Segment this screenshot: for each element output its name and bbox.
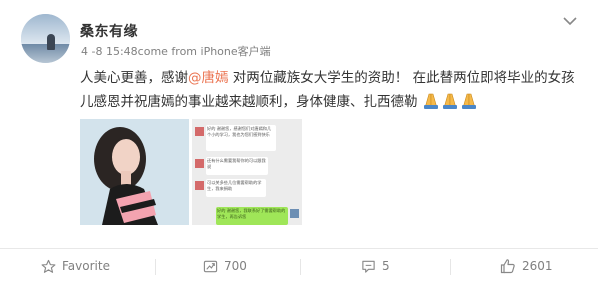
post-image-chat-screenshot[interactable]: 好的 谢谢您，感谢您们对唐嫣和几个小的学习，我也为您们感到快乐 还有什么需要我帮… [192,119,302,225]
praying-hands-icon [422,91,478,117]
weibo-post-card: 桑东有缘 4 -8 15:48come from iPhone客户端 人美心更善… [0,0,598,284]
post-text-part1: 人美心更善，感谢 [80,70,188,86]
chat-line-4: 好的 谢谢您，我联系好了需要帮助的学生，再告诉您 [217,208,286,219]
chat-line-1: 好的 谢谢您，感谢您们对唐嫣和几个小的学习，我也为您们感到快乐 [207,126,272,137]
like-button[interactable]: 2601 [500,248,553,284]
action-separator [300,259,301,275]
mention-link[interactable]: @唐嫣 [188,70,229,86]
favorite-label: Favorite [62,259,110,273]
post-content: 人美心更善，感谢@唐嫣 对两位藏族女大学生的资助！ 在此替两位即将毕业的女孩儿感… [80,66,586,117]
post-meta: 4 -8 15:48come from iPhone客户端 [81,45,271,58]
thumbs-up-icon [500,259,515,274]
repost-icon [203,260,218,272]
like-count: 2601 [522,259,553,273]
comment-icon [362,260,375,273]
user-avatar[interactable] [21,14,70,63]
post-image-portrait[interactable] [80,119,189,225]
comment-count: 5 [382,259,390,273]
action-separator [155,259,156,275]
favorite-button[interactable]: Favorite [41,248,110,284]
star-icon [41,259,56,273]
chat-line-2: 还有什么需要我帮你的可以跟我说 [207,158,266,169]
action-separator [450,259,451,275]
repost-button[interactable]: 700 [203,248,247,284]
comment-button[interactable]: 5 [361,248,390,284]
author-name[interactable]: 桑东有缘 [80,21,138,41]
repost-count: 700 [224,259,247,273]
chevron-down-icon[interactable] [563,16,577,26]
chat-line-3: 可以关多些几位需要帮助的学生，我来捐助 [207,180,262,191]
